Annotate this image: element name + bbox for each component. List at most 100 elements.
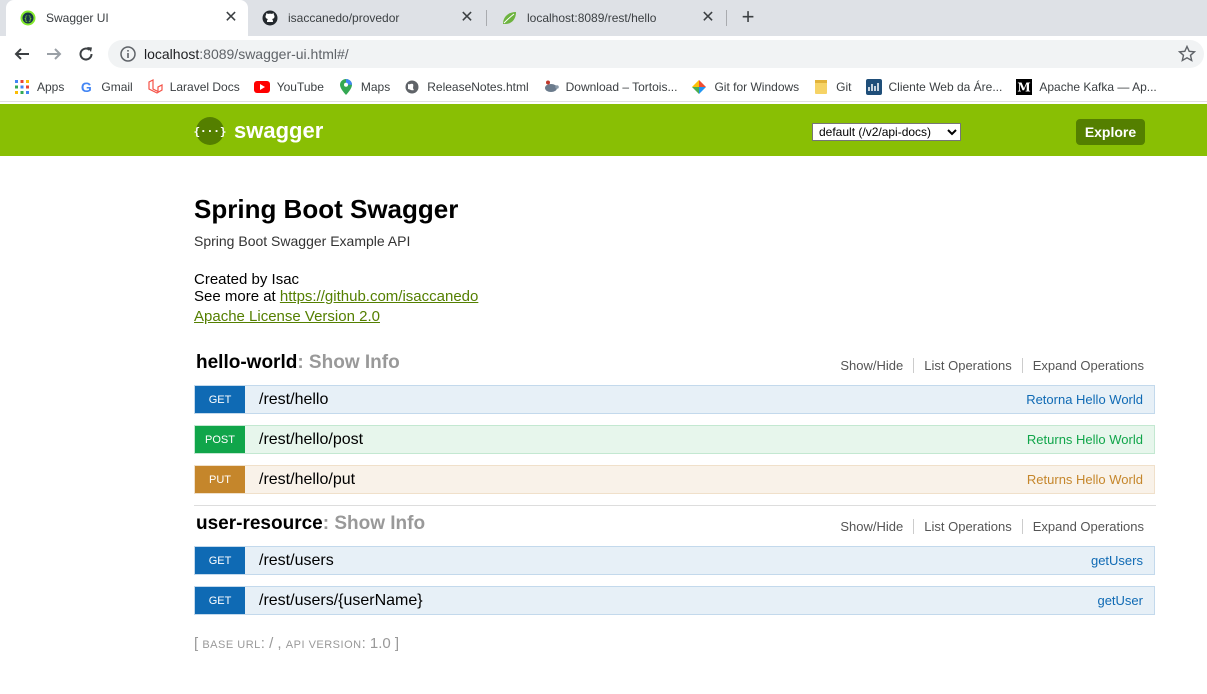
reload-icon	[79, 47, 93, 61]
bookmark-tortoise[interactable]: Download – Tortois...	[543, 79, 677, 95]
address-bar[interactable]: localhost:8089/swagger-ui.html#/	[108, 40, 1204, 68]
folder-icon	[813, 79, 829, 95]
bookmark-apache-kafka[interactable]: M Apache Kafka — Ap...	[1016, 78, 1157, 95]
tab-title: Swagger UI	[46, 11, 109, 25]
tab-separator	[726, 10, 727, 26]
tab-localhost-hello[interactable]: localhost:8089/rest/hello ✕	[487, 0, 725, 36]
swagger-icon: {}	[20, 10, 36, 26]
maps-pin-icon	[338, 78, 354, 95]
section-links: Show/Hide List Operations Expand Operati…	[830, 519, 1144, 534]
reload-button[interactable]	[74, 42, 98, 66]
tortoise-icon	[543, 79, 559, 95]
back-button[interactable]	[10, 42, 34, 66]
github-icon	[262, 10, 278, 26]
apps-grid-icon	[14, 79, 30, 95]
section-title: hello-world: Show Info	[196, 352, 400, 374]
api-contact: Created by Isac See more at https://gith…	[194, 271, 478, 305]
bookmark-apps[interactable]: Apps	[14, 79, 64, 95]
operation-get-rest-hello[interactable]: GET /rest/hello Retorna Hello World	[194, 385, 1155, 414]
globe-icon	[404, 79, 420, 95]
bookmarks-bar: Apps G Gmail Laravel Docs YouTube Maps R…	[0, 72, 1207, 102]
bookmark-maps[interactable]: Maps	[338, 78, 390, 95]
tab-github[interactable]: isaccanedo/provedor ✕	[248, 0, 484, 36]
bookmark-git-for-windows[interactable]: Git for Windows	[691, 79, 799, 95]
api-description: Spring Boot Swagger Example API	[194, 233, 411, 249]
swagger-logo[interactable]: {···} swagger	[193, 117, 323, 145]
section-name-link[interactable]: user-resource	[196, 513, 323, 534]
api-version-value: : 1.0 ]	[361, 635, 400, 652]
swagger-header: {···} swagger default (/v2/api-docs) Exp…	[0, 104, 1207, 156]
bookmark-cliente-web[interactable]: Cliente Web da Áre...	[865, 78, 1002, 95]
bookmark-laravel-docs[interactable]: Laravel Docs	[147, 78, 240, 95]
back-arrow-icon	[14, 48, 29, 60]
operation-path[interactable]: /rest/users/{userName}	[259, 592, 1097, 610]
method-badge[interactable]: PUT	[195, 466, 245, 493]
bookmark-git[interactable]: Git	[813, 79, 852, 95]
url-text: localhost:8089/swagger-ui.html#/	[144, 46, 349, 62]
browser-toolbar: localhost:8089/swagger-ui.html#/	[0, 36, 1207, 72]
spring-leaf-icon	[501, 10, 517, 26]
operation-summary[interactable]: Returns Hello World	[1027, 472, 1143, 487]
operation-summary[interactable]: Retorna Hello World	[1026, 392, 1143, 407]
explore-button[interactable]: Explore	[1076, 119, 1145, 145]
operation-get-rest-users-username[interactable]: GET /rest/users/{userName} getUser	[194, 586, 1155, 615]
base-url-value: : / ,	[260, 635, 286, 652]
operation-get-rest-users[interactable]: GET /rest/users getUsers	[194, 546, 1155, 575]
tab-swagger-ui[interactable]: {} Swagger UI ✕	[6, 0, 248, 36]
operation-summary[interactable]: getUser	[1097, 593, 1143, 608]
operation-post-rest-hello-post[interactable]: POST /rest/hello/post Returns Hello Worl…	[194, 425, 1155, 454]
operation-summary[interactable]: Returns Hello World	[1027, 432, 1143, 447]
operation-put-rest-hello-put[interactable]: PUT /rest/hello/put Returns Hello World	[194, 465, 1155, 494]
operation-summary[interactable]: getUsers	[1091, 553, 1143, 568]
show-hide-link[interactable]: Show/Hide	[830, 519, 915, 534]
method-badge[interactable]: GET	[195, 547, 245, 574]
github-link[interactable]: https://github.com/isaccanedo	[280, 288, 478, 305]
medium-icon: M	[1016, 78, 1033, 95]
section-user-resource: user-resource: Show Info Show/Hide List …	[194, 513, 1156, 541]
forward-button[interactable]	[42, 42, 66, 66]
show-hide-link[interactable]: Show/Hide	[830, 358, 915, 373]
browser-tab-strip: {} Swagger UI ✕ isaccanedo/provedor ✕ lo…	[0, 0, 1207, 36]
method-badge[interactable]: POST	[195, 426, 245, 453]
operation-path[interactable]: /rest/users	[259, 552, 1091, 570]
show-info-link[interactable]: : Show Info	[297, 352, 399, 373]
section-hello-world: hello-world: Show Info Show/Hide List Op…	[194, 352, 1156, 380]
created-by: Created by Isac	[194, 271, 300, 288]
close-icon[interactable]: ✕	[458, 9, 476, 27]
list-operations-link[interactable]: List Operations	[914, 358, 1023, 373]
swagger-logo-icon: {···}	[193, 117, 227, 145]
close-icon[interactable]: ✕	[699, 9, 717, 27]
svg-text:{}: {}	[24, 15, 32, 23]
section-title: user-resource: Show Info	[196, 513, 425, 535]
method-badge[interactable]: GET	[195, 587, 245, 614]
license-link-wrap: Apache License Version 2.0	[194, 308, 380, 325]
expand-operations-link[interactable]: Expand Operations	[1023, 519, 1144, 534]
close-icon[interactable]: ✕	[222, 9, 240, 27]
operation-path[interactable]: /rest/hello/put	[259, 471, 1027, 489]
api-version-label: API VERSION	[285, 639, 362, 651]
show-info-link[interactable]: : Show Info	[323, 513, 425, 534]
google-icon: G	[80, 78, 92, 95]
bookmark-release-notes[interactable]: ReleaseNotes.html	[404, 79, 529, 95]
list-operations-link[interactable]: List Operations	[914, 519, 1023, 534]
info-icon	[120, 46, 136, 62]
bookmark-youtube[interactable]: YouTube	[253, 79, 324, 95]
method-badge[interactable]: GET	[195, 386, 245, 413]
section-divider	[194, 505, 1156, 506]
svg-text:M: M	[1018, 80, 1031, 94]
api-footer: [ BASE URL: / , API VERSION: 1.0 ]	[194, 635, 400, 652]
operation-path[interactable]: /rest/hello/post	[259, 431, 1027, 449]
see-more: See more at https://github.com/isaccaned…	[194, 288, 479, 305]
operation-path[interactable]: /rest/hello	[259, 391, 1026, 409]
license-link[interactable]: Apache License Version 2.0	[194, 308, 380, 325]
bookmark-star-icon[interactable]	[1178, 45, 1196, 63]
api-title: Spring Boot Swagger	[194, 194, 459, 224]
expand-operations-link[interactable]: Expand Operations	[1023, 358, 1144, 373]
section-name-link[interactable]: hello-world	[196, 352, 297, 373]
section-links: Show/Hide List Operations Expand Operati…	[830, 358, 1144, 373]
spec-select[interactable]: default (/v2/api-docs)	[812, 123, 961, 141]
laravel-icon	[147, 78, 163, 95]
bookmark-gmail[interactable]: G Gmail	[78, 78, 133, 95]
youtube-icon	[253, 79, 270, 95]
new-tab-button[interactable]: +	[737, 6, 759, 29]
